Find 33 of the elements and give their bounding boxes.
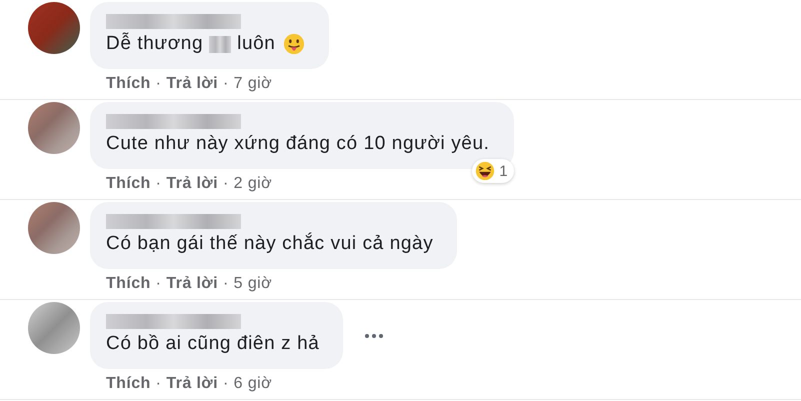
comment-text: Có bồ ai cũng điên z hả	[106, 333, 320, 355]
avatar-placeholder	[28, 2, 80, 54]
redacted-word	[209, 36, 232, 52]
like-link[interactable]: Thích	[106, 275, 151, 293]
separator-dot: ·	[156, 175, 162, 193]
avatar-placeholder	[28, 102, 80, 154]
like-link[interactable]: Thích	[106, 375, 151, 393]
avatar-placeholder	[28, 302, 80, 354]
separator-dot: ·	[222, 275, 229, 293]
reply-link[interactable]: Trả lời	[166, 75, 218, 93]
laughing-emoji-icon	[475, 161, 496, 181]
reply-link[interactable]: Trả lời	[166, 175, 218, 193]
reaction-count[interactable]: 1	[472, 159, 514, 183]
comment-text: Cute như này xứng đáng có 10 người yêu.	[106, 133, 490, 155]
like-link[interactable]: Thích	[106, 175, 151, 193]
comment-text: Dễ thương	[106, 33, 204, 55]
timestamp: 6 giờ	[234, 375, 272, 393]
separator-dot: ·	[222, 175, 229, 193]
like-link[interactable]: Thích	[106, 75, 151, 93]
comment-text: luôn	[237, 33, 276, 55]
reply-link[interactable]: Trả lời	[166, 375, 218, 393]
timestamp: 2 giờ	[234, 175, 272, 193]
separator-dot: ·	[156, 275, 162, 293]
tongue-emoji-icon	[283, 33, 306, 55]
avatar-placeholder	[28, 202, 80, 254]
separator-dot: ·	[222, 375, 229, 393]
timestamp: 7 giờ	[234, 75, 272, 93]
separator-dot: ·	[156, 375, 162, 393]
separator-dot: ·	[222, 75, 229, 93]
comment-text: Có bạn gái thế này chắc vui cả ngày	[106, 233, 434, 255]
separator-dot: ·	[156, 75, 162, 93]
timestamp: 5 giờ	[234, 275, 272, 293]
reply-link[interactable]: Trả lời	[166, 275, 218, 293]
